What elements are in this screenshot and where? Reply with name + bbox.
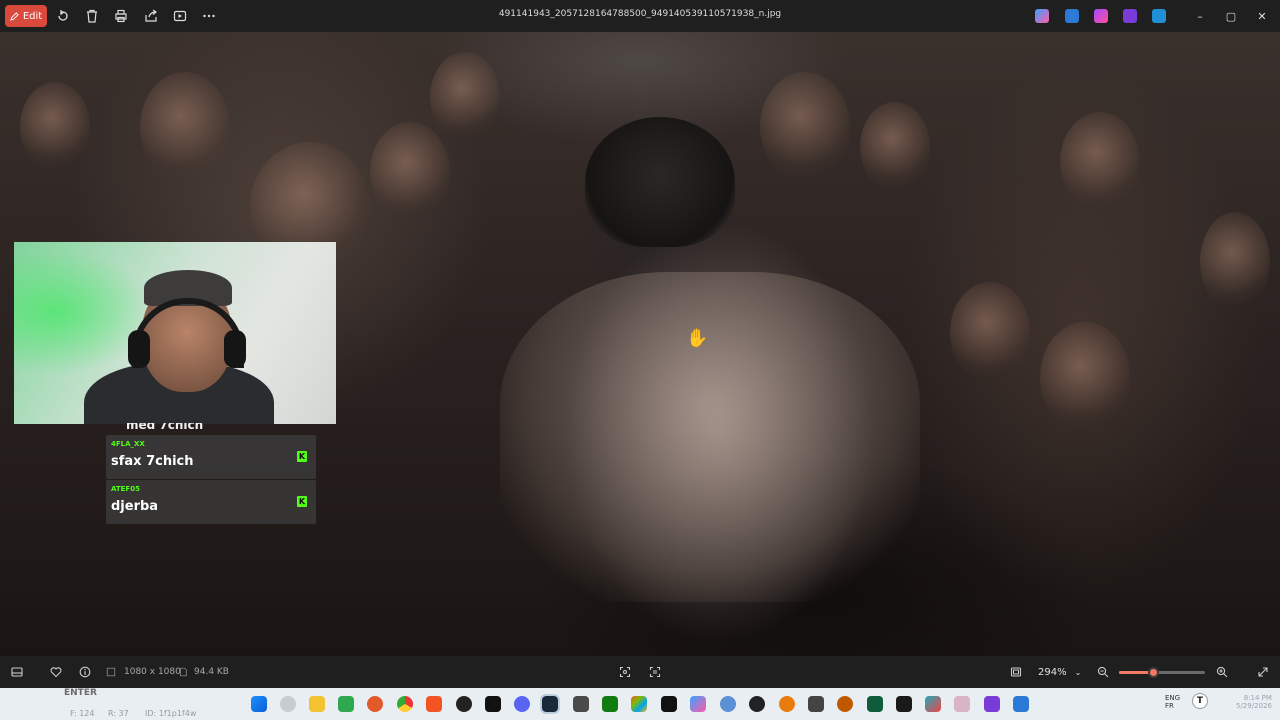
taskbar: ENTER F: 124 R: 37 ID: 1f1p1f4w ENG FR T… (0, 688, 1280, 720)
print-icon[interactable] (112, 7, 130, 25)
app-icon-12[interactable] (867, 696, 883, 712)
copilot-taskbar-icon[interactable] (690, 696, 706, 712)
pan-hand-cursor-icon: ✋ (686, 328, 709, 349)
onedrive-icon[interactable] (1152, 9, 1166, 23)
file-size-icon (178, 665, 188, 679)
language-indicator[interactable]: ENG FR (1165, 694, 1180, 710)
steam-icon[interactable] (540, 694, 560, 714)
discord-icon[interactable] (514, 696, 530, 712)
app-icon-1[interactable] (338, 696, 354, 712)
app-icon-2[interactable] (367, 696, 383, 712)
status-bar: 1080 x 1080 94.4 KB 294% ⌄ (0, 656, 1280, 688)
app-icon-6[interactable] (631, 696, 647, 712)
close-icon[interactable]: ✕ (1254, 8, 1270, 24)
chat-username: 4FLA_XX (111, 440, 145, 448)
chevron-down-icon: ⌄ (1074, 667, 1082, 677)
position-r: R: 37 (108, 709, 129, 718)
zoom-level-dropdown[interactable]: 294% ⌄ (1032, 663, 1086, 681)
fit-icon[interactable] (618, 665, 632, 679)
minimize-icon[interactable]: – (1192, 8, 1208, 24)
favorite-icon[interactable] (49, 665, 63, 679)
edit-label: Edit (22, 10, 43, 22)
kick-icon: K (297, 496, 307, 507)
app-icon-14[interactable] (954, 696, 970, 712)
app-icon-11[interactable] (837, 696, 853, 712)
app-icon-4[interactable] (485, 696, 501, 712)
delete-icon[interactable] (83, 7, 101, 25)
enter-label: ENTER (64, 688, 97, 698)
fullscreen-icon[interactable] (1009, 665, 1023, 679)
app-icon-3[interactable] (456, 696, 472, 712)
brave-icon[interactable] (426, 696, 442, 712)
clock[interactable]: 8:14 PM 5/29/2026 (1236, 694, 1272, 710)
webcam-overlay (14, 242, 336, 424)
photos-app-window: Edit 491141943_2057128164788500_94914053… (0, 0, 1280, 720)
zoom-out-icon[interactable] (1096, 665, 1110, 679)
zoom-level: 294% (1038, 666, 1067, 678)
title-bar: Edit 491141943_2057128164788500_94914053… (0, 0, 1280, 32)
zoom-in-icon[interactable] (1215, 665, 1229, 679)
app-icon-10[interactable] (808, 696, 824, 712)
chrome-icon[interactable] (397, 696, 413, 712)
chat-username: ATEF05 (111, 485, 140, 493)
blender-icon[interactable] (779, 696, 795, 712)
app-icon-9[interactable] (749, 696, 765, 712)
filmstrip-icon[interactable] (10, 665, 24, 679)
start-button-icon[interactable] (251, 696, 267, 712)
file-explorer-icon[interactable] (309, 696, 325, 712)
designer-icon[interactable] (1065, 9, 1079, 23)
kick-icon: K (297, 451, 307, 462)
search-icon[interactable] (280, 696, 296, 712)
app-icon-8[interactable] (720, 696, 736, 712)
chat-text: sfax 7chich (111, 454, 194, 469)
position-id: ID: 1f1p1f4w (145, 709, 197, 718)
chat-overlay: med 7chich 4FLA_XX sfax 7chich K ATEF05 … (106, 423, 316, 549)
chat-text: djerba (111, 499, 159, 514)
clock-time: 8:14 PM (1243, 694, 1272, 702)
image-size-icon (106, 665, 116, 679)
share-icon[interactable] (142, 7, 160, 25)
more-icon[interactable] (200, 7, 218, 25)
photos-app-icon[interactable] (1013, 696, 1029, 712)
file-size: 94.4 KB (194, 667, 229, 677)
app-icon-7[interactable] (661, 696, 677, 712)
edit-button[interactable]: Edit (5, 5, 47, 27)
select-icon[interactable] (648, 665, 662, 679)
zoom-slider-thumb[interactable] (1148, 667, 1160, 678)
chat-message: ATEF05 djerba K (106, 480, 316, 524)
slideshow-icon[interactable] (171, 7, 189, 25)
language-code: ENG (1165, 694, 1181, 702)
rotate-icon[interactable] (54, 7, 72, 25)
info-icon[interactable] (78, 665, 92, 679)
video-editor-icon[interactable] (1123, 9, 1137, 23)
xbox-icon[interactable] (602, 696, 618, 712)
expand-icon[interactable] (1256, 665, 1270, 679)
image-dimensions: 1080 x 1080 (124, 667, 181, 677)
clipchamp-icon[interactable] (1094, 9, 1108, 23)
window-title: 491141943_2057128164788500_9491405391105… (498, 9, 782, 19)
clock-date: 5/29/2026 (1236, 702, 1272, 710)
chat-partial-message: med 7chich (126, 423, 204, 432)
capcut-icon[interactable] (896, 696, 912, 712)
app-icon-13[interactable] (925, 696, 941, 712)
app-icon-5[interactable] (573, 696, 589, 712)
chat-message: 4FLA_XX sfax 7chich K (106, 435, 316, 479)
maximize-icon[interactable]: ▢ (1223, 8, 1239, 24)
position-f: F: 124 (70, 709, 95, 718)
copilot-icon[interactable] (1035, 9, 1049, 23)
app-icon-15[interactable] (984, 696, 1000, 712)
edit-icon (10, 11, 19, 21)
keyboard-layout: FR (1165, 702, 1174, 710)
zoom-slider[interactable] (1119, 667, 1205, 678)
avatar[interactable]: T (1192, 693, 1208, 709)
